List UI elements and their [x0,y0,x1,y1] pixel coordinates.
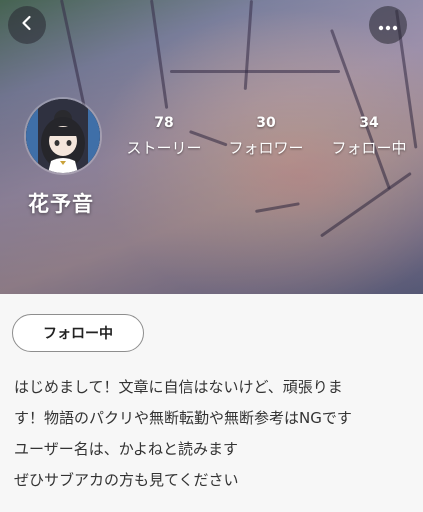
username: 花予音 [28,192,94,216]
stat-followers[interactable]: 30 フォロワー [216,114,316,159]
chevron-left-icon [18,14,36,36]
stat-following-label: フォロー中 [331,139,407,157]
bio-line: ぜひサブアカの方も見てください [14,471,239,489]
stat-stories-label: ストーリー [126,139,202,157]
stat-followers-count: 30 [256,115,276,131]
more-horizontal-icon [378,16,398,35]
stat-following-count: 34 [359,115,379,131]
bio-line: はじめまして！文章に自信はないけど、頑張りま [14,378,343,396]
profile-bio: はじめまして！文章に自信はないけど、頑張りま す！物語のパクリや無断転勤や無断参… [14,372,414,496]
stat-stories-count: 78 [154,115,174,131]
more-options-button[interactable] [369,6,407,44]
profile-header: 78 ストーリー 30 フォロワー 34 フォロー中 花予音 [0,0,423,294]
back-button[interactable] [8,6,46,44]
bio-line: ユーザー名は、かよねと読みます [14,440,238,458]
stat-stories[interactable]: 78 ストーリー [114,114,214,159]
stat-following[interactable]: 34 フォロー中 [319,114,419,159]
avatar-image [26,99,100,173]
stat-followers-label: フォロワー [228,139,304,157]
avatar[interactable] [26,99,100,173]
following-button[interactable]: フォロー中 [12,314,144,352]
bio-line: す！物語のパクリや無断転勤や無断参考はNGです [14,409,352,427]
